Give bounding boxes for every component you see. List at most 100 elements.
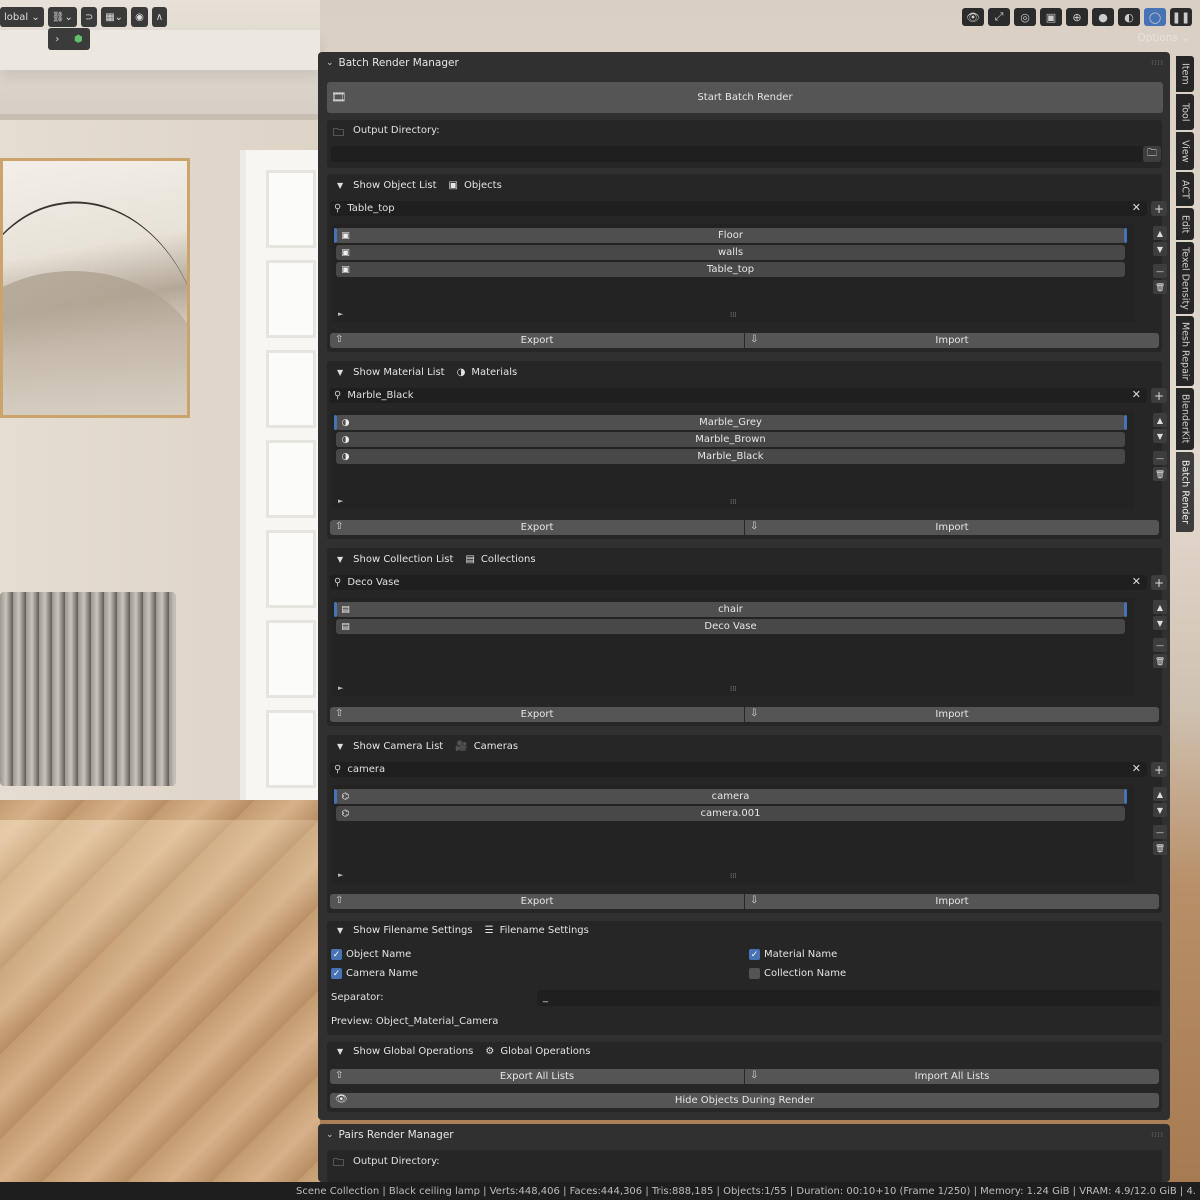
remove-icon[interactable]: — xyxy=(1153,264,1167,278)
resize-grip-icon[interactable]: ⁞⁞⁞ xyxy=(730,498,737,506)
tab-act[interactable]: ACT xyxy=(1176,172,1194,206)
add-object-button[interactable]: + xyxy=(1151,201,1167,216)
falloff-button[interactable]: ∧ xyxy=(151,7,168,27)
collection-list[interactable]: ▤ chair ▤ Deco Vase ► ⁞⁞⁞ xyxy=(332,598,1135,696)
list-item[interactable]: ◑ Marble_Grey xyxy=(334,415,1127,430)
filter-expand-icon[interactable]: ► xyxy=(338,310,343,318)
close-icon[interactable]: ✕ xyxy=(1132,575,1141,588)
materials-section-header[interactable]: ▼ Show Material List ◑ Materials xyxy=(337,367,517,378)
list-item[interactable]: ▣ Floor xyxy=(334,228,1127,243)
list-item[interactable]: ▤ Deco Vase xyxy=(336,619,1125,634)
move-down-icon[interactable]: ▼ xyxy=(1153,616,1167,630)
separator-input[interactable]: _ xyxy=(537,990,1160,1006)
material-search-input[interactable]: ⚲ Marble_Black ✕ xyxy=(330,388,1147,403)
tab-blenderkit[interactable]: BlenderKit xyxy=(1176,388,1194,450)
list-item[interactable]: ◑ Marble_Brown xyxy=(336,432,1125,447)
panel-header[interactable]: ⌄ Batch Render Manager xyxy=(318,52,1170,74)
import-button[interactable]: ⇩ Import xyxy=(745,707,1159,722)
collection-name-checkbox[interactable]: Collection Name xyxy=(749,968,846,979)
tab-texel-density[interactable]: Texel Density xyxy=(1176,242,1194,314)
export-all-button[interactable]: ⇧ Export All Lists xyxy=(330,1069,744,1084)
export-button[interactable]: ⇧ Export xyxy=(330,333,744,348)
tab-edit[interactable]: Edit xyxy=(1176,208,1194,240)
remove-icon[interactable]: — xyxy=(1153,825,1167,839)
pairs-panel-header[interactable]: ⌄ Pairs Render Manager xyxy=(318,1124,1170,1146)
material-list[interactable]: ◑ Marble_Grey ◑ Marble_Brown ◑ Marble_Black… xyxy=(332,411,1135,509)
move-down-icon[interactable]: ▼ xyxy=(1153,242,1167,256)
pause-icon[interactable]: ❚❚ xyxy=(1170,8,1192,26)
wireframe-shading-icon[interactable]: ⊕ xyxy=(1066,8,1088,26)
list-item[interactable]: ◑ Marble_Black xyxy=(336,449,1125,464)
import-button[interactable]: ⇩ Import xyxy=(745,520,1159,535)
gizmo-icon[interactable]: ⤢ xyxy=(988,8,1010,26)
move-up-icon[interactable]: ▲ xyxy=(1153,600,1167,614)
close-icon[interactable]: ✕ xyxy=(1132,388,1141,401)
cameras-section-header[interactable]: ▼ Show Camera List 🎥 Cameras xyxy=(337,741,518,752)
trash-icon[interactable]: 🗑 xyxy=(1153,841,1167,855)
material-shading-icon[interactable]: ◐ xyxy=(1118,8,1140,26)
material-name-checkbox[interactable]: ✓ Material Name xyxy=(749,949,837,960)
drag-grip-icon[interactable]: ⁞⁞⁞⁞ xyxy=(1151,1131,1164,1139)
add-material-button[interactable]: + xyxy=(1151,388,1167,403)
export-button[interactable]: ⇧ Export xyxy=(330,520,744,535)
rendered-shading-icon[interactable]: ◯ xyxy=(1144,8,1166,26)
list-item[interactable]: ▤ chair xyxy=(334,602,1127,617)
list-item[interactable]: ⌬ camera xyxy=(334,789,1127,804)
import-button[interactable]: ⇩ Import xyxy=(745,333,1159,348)
filter-expand-icon[interactable]: ► xyxy=(338,684,343,692)
list-item[interactable]: ⌬ camera.001 xyxy=(336,806,1125,821)
tab-tool[interactable]: Tool xyxy=(1176,94,1194,130)
filter-expand-icon[interactable]: ► xyxy=(338,871,343,879)
tab-item[interactable]: Item xyxy=(1176,56,1194,92)
options-dropdown[interactable]: Options ⌄ xyxy=(1137,32,1190,44)
navigation-widget[interactable]: › ⬢ xyxy=(48,28,90,50)
solid-shading-icon[interactable]: ● xyxy=(1092,8,1114,26)
proportional-edit-button[interactable]: ◉ xyxy=(131,7,148,27)
close-icon[interactable]: ✕ xyxy=(1132,201,1141,214)
add-camera-button[interactable]: + xyxy=(1151,762,1167,777)
move-up-icon[interactable]: ▲ xyxy=(1153,226,1167,240)
overlay-icon[interactable]: ◎ xyxy=(1014,8,1036,26)
close-icon[interactable]: ✕ xyxy=(1132,762,1141,775)
remove-icon[interactable]: — xyxy=(1153,638,1167,652)
trash-icon[interactable]: 🗑 xyxy=(1153,467,1167,481)
resize-grip-icon[interactable]: ⁞⁞⁞ xyxy=(730,685,737,693)
resize-grip-icon[interactable]: ⁞⁞⁞ xyxy=(730,872,737,880)
list-item[interactable]: ▣ Table_top xyxy=(336,262,1125,277)
camera-name-checkbox[interactable]: ✓ Camera Name xyxy=(331,968,418,979)
list-item[interactable]: ▣ walls xyxy=(336,245,1125,260)
objects-section-header[interactable]: ▼ Show Object List ▣ Objects xyxy=(337,180,502,191)
import-button[interactable]: ⇩ Import xyxy=(745,894,1159,909)
drag-grip-icon[interactable]: ⁞⁞⁞⁞ xyxy=(1151,59,1164,67)
export-button[interactable]: ⇧ Export xyxy=(330,894,744,909)
collections-section-header[interactable]: ▼ Show Collection List ▤ Collections xyxy=(337,554,536,565)
trash-icon[interactable]: 🗑 xyxy=(1153,654,1167,668)
snap-link-button[interactable]: ⛓ ⌄ xyxy=(47,7,77,27)
move-up-icon[interactable]: ▲ xyxy=(1153,413,1167,427)
collection-search-input[interactable]: ⚲ Deco Vase ✕ xyxy=(330,575,1147,590)
snap-target-button[interactable]: ▦ ⌄ xyxy=(101,7,128,27)
add-collection-button[interactable]: + xyxy=(1151,575,1167,590)
camera-search-input[interactable]: ⚲ camera ✕ xyxy=(330,762,1147,777)
output-directory-field[interactable] xyxy=(331,146,1143,162)
filter-expand-icon[interactable]: ► xyxy=(338,497,343,505)
xray-icon[interactable]: ▣ xyxy=(1040,8,1062,26)
export-button[interactable]: ⇧ Export xyxy=(330,707,744,722)
move-down-icon[interactable]: ▼ xyxy=(1153,429,1167,443)
object-list[interactable]: ▣ Floor ▣ walls ▣ Table_top ► ⁞⁞⁞ xyxy=(332,224,1135,322)
global-operations-header[interactable]: ▼ Show Global Operations ⚙ Global Operation… xyxy=(337,1046,590,1057)
import-all-button[interactable]: ⇩ Import All Lists xyxy=(745,1069,1159,1084)
tab-view[interactable]: View xyxy=(1176,132,1194,170)
tab-batch-render[interactable]: Batch Render xyxy=(1176,452,1194,532)
tab-mesh-repair[interactable]: Mesh Repair xyxy=(1176,316,1194,386)
browse-folder-button[interactable]: 🗀 xyxy=(1143,146,1161,162)
move-down-icon[interactable]: ▼ xyxy=(1153,803,1167,817)
object-search-input[interactable]: ⚲ Table_top ✕ xyxy=(330,201,1147,216)
filename-settings-header[interactable]: ▼ Show Filename Settings ☰ Filename Setting… xyxy=(337,925,589,936)
remove-icon[interactable]: — xyxy=(1153,451,1167,465)
transform-orientation-dropdown[interactable]: lobal ⌄ xyxy=(0,7,44,27)
resize-grip-icon[interactable]: ⁞⁞⁞ xyxy=(730,311,737,319)
start-batch-render-button[interactable]: 🎞 Start Batch Render xyxy=(327,82,1163,113)
move-up-icon[interactable]: ▲ xyxy=(1153,787,1167,801)
snap-button[interactable]: ⊃ xyxy=(80,7,98,27)
